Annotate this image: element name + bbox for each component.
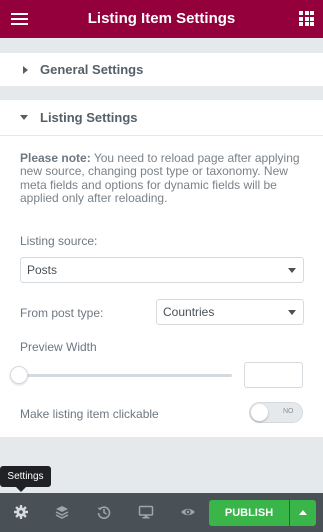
note-strong: Please note: [20,151,91,165]
listing-source-value: Posts [27,263,58,277]
preview-width-label: Preview Width [20,340,97,354]
panel-title: Listing Item Settings [87,10,236,27]
slider-handle[interactable] [10,366,28,384]
chevron-down-icon [288,310,296,315]
widgets-grid-icon[interactable] [299,11,314,26]
preview-eye-icon[interactable] [180,504,196,520]
settings-tooltip: Settings [0,466,51,492]
toggle-knob [251,404,268,421]
listing-settings-panel: Please note: You need to reload page aft… [0,136,323,437]
reload-note: Please note: You need to reload page aft… [20,151,310,206]
layers-icon[interactable] [54,504,70,520]
gear-icon[interactable] [13,504,29,520]
responsive-desktop-icon[interactable] [138,504,154,520]
toggle-state-text: NO [283,408,294,415]
section-label: Listing Settings [40,110,138,125]
section-label: General Settings [40,62,144,77]
chevron-up-icon [299,510,307,515]
listing-source-select[interactable]: Posts [20,257,304,283]
publish-options-button[interactable] [290,500,316,526]
section-listing-settings[interactable]: Listing Settings [0,100,323,136]
section-general-settings[interactable]: General Settings [0,53,323,86]
top-bar: Listing Item Settings [0,0,323,38]
publish-button[interactable]: PUBLISH [209,500,289,526]
clickable-toggle[interactable]: NO [249,402,303,423]
preview-width-slider[interactable] [20,374,232,377]
post-type-value: Countries [163,305,215,319]
post-type-select[interactable]: Countries [156,299,304,325]
history-icon[interactable] [96,504,112,520]
chevron-down-icon [288,268,296,273]
bottom-toolbar: PUBLISH [0,493,323,532]
caret-down-icon [20,115,28,120]
clickable-label: Make listing item clickable [20,407,159,421]
preview-width-input[interactable] [244,362,303,388]
listing-source-label: Listing source: [20,234,98,248]
post-type-label: From post type: [20,306,104,320]
caret-right-icon [23,65,28,74]
